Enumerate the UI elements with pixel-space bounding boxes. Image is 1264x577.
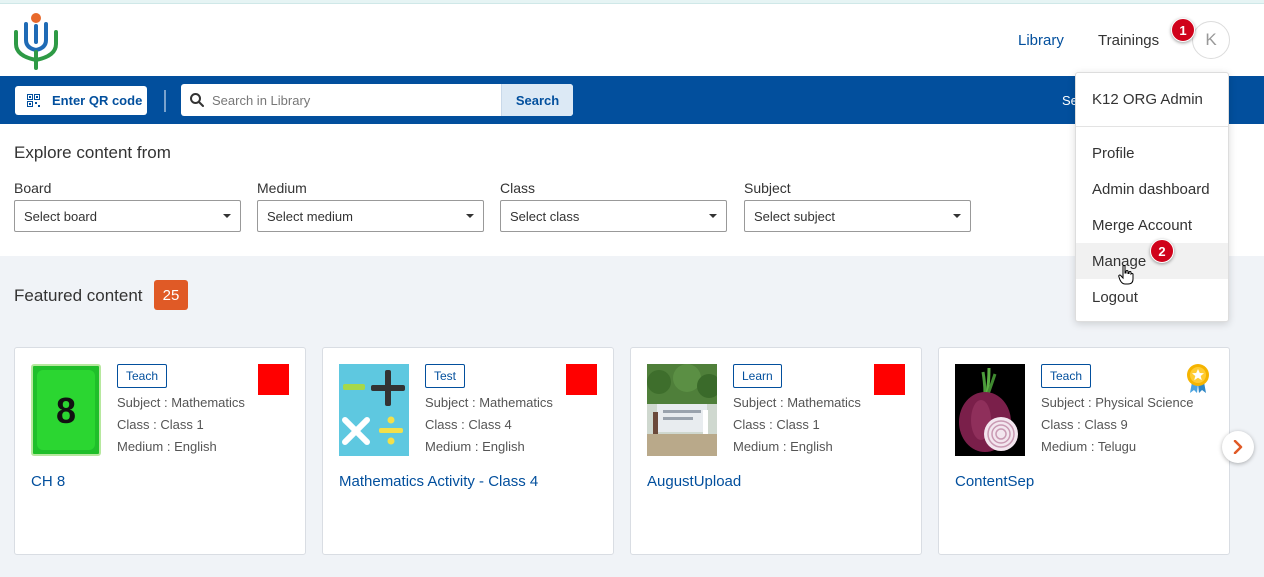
- filter-label: Board: [14, 180, 52, 196]
- caret-down-icon: [953, 214, 961, 218]
- menu-item-profile[interactable]: Profile: [1076, 135, 1228, 171]
- thumbnail-number: 8: [55, 390, 77, 431]
- content-card[interactable]: Teach Subject : Physical Science Class :…: [938, 347, 1230, 555]
- card-subject: Subject : Physical Science: [1041, 395, 1194, 410]
- menu-item-admin-dashboard[interactable]: Admin dashboard: [1076, 171, 1228, 207]
- content-type-badge: Learn: [733, 364, 782, 388]
- select-value: Select subject: [754, 208, 835, 224]
- select-value: Select medium: [267, 208, 353, 224]
- menu-item-merge-account[interactable]: Merge Account: [1076, 207, 1228, 243]
- card-thumbnail: 8: [31, 364, 101, 456]
- onion-thumbnail: [955, 364, 1025, 456]
- dropdown-items: Profile Admin dashboard Merge Account Ma…: [1076, 127, 1228, 315]
- search-field: [181, 84, 501, 116]
- class-select[interactable]: Select class: [500, 200, 727, 232]
- qr-code-icon: [27, 94, 40, 107]
- search-button[interactable]: Search: [501, 84, 573, 116]
- card-class: Class : Class 4: [425, 417, 512, 432]
- filter-board: Board Select board: [14, 180, 241, 232]
- app-header: Library Trainings K 1: [0, 4, 1264, 76]
- card-title[interactable]: Mathematics Activity - Class 4: [339, 473, 538, 490]
- search-box: Search: [181, 84, 573, 116]
- hand-cursor-icon: [1118, 265, 1134, 285]
- card-medium: Medium : English: [425, 439, 525, 454]
- user-avatar[interactable]: K: [1192, 21, 1230, 59]
- enter-qr-code-button[interactable]: Enter QR code: [15, 86, 147, 115]
- card-subject: Subject : Mathematics: [117, 395, 245, 410]
- org-name: K12 ORG Admin: [1076, 73, 1228, 127]
- carousel-next-button[interactable]: [1222, 431, 1254, 463]
- step-marker-2: 2: [1150, 239, 1174, 263]
- card-class: Class : Class 1: [733, 417, 820, 432]
- card-title[interactable]: ContentSep: [955, 473, 1034, 490]
- red-marker: [258, 364, 289, 395]
- select-value: Select class: [510, 208, 580, 224]
- nav-library[interactable]: Library: [1018, 32, 1064, 49]
- explore-title: Explore content from: [14, 143, 171, 162]
- toolbar-divider: [164, 90, 166, 112]
- card-subject: Subject : Mathematics: [733, 395, 861, 410]
- card-class: Class : Class 9: [1041, 417, 1128, 432]
- content-type-badge: Teach: [1041, 364, 1092, 388]
- board-select[interactable]: Select board: [14, 200, 241, 232]
- featured-star-icon: [1187, 364, 1209, 393]
- photo-thumbnail: [647, 364, 717, 456]
- red-marker: [874, 364, 905, 395]
- nav-trainings[interactable]: Trainings: [1098, 32, 1159, 49]
- step-marker-1: 1: [1171, 18, 1195, 42]
- content-type-badge: Teach: [117, 364, 168, 388]
- caret-down-icon: [466, 214, 474, 218]
- red-marker: [566, 364, 597, 395]
- content-card[interactable]: Test Subject : Mathematics Class : Class…: [322, 347, 614, 555]
- card-subject: Subject : Mathematics: [425, 395, 553, 410]
- card-class: Class : Class 1: [117, 417, 204, 432]
- select-value: Select board: [24, 208, 97, 224]
- content-card[interactable]: Learn Subject : Mathematics Class : Clas…: [630, 347, 922, 555]
- search-icon: [190, 93, 204, 107]
- caret-down-icon: [709, 214, 717, 218]
- search-input[interactable]: [212, 92, 482, 108]
- subject-select[interactable]: Select subject: [744, 200, 971, 232]
- filter-subject: Subject Select subject: [744, 180, 971, 232]
- chevron-right-icon: [1233, 440, 1243, 454]
- featured-title: Featured content: [14, 286, 143, 305]
- filter-medium: Medium Select medium: [257, 180, 484, 232]
- math-operators-thumbnail: [339, 364, 409, 456]
- medium-select[interactable]: Select medium: [257, 200, 484, 232]
- menu-item-logout[interactable]: Logout: [1076, 279, 1228, 315]
- filter-label: Class: [500, 180, 536, 196]
- app-logo[interactable]: [12, 12, 64, 70]
- qr-button-label: Enter QR code: [52, 93, 143, 108]
- filter-class: Class Select class: [500, 180, 727, 232]
- content-card[interactable]: 8 Teach Subject : Mathematics Class : Cl…: [14, 347, 306, 555]
- caret-down-icon: [223, 214, 231, 218]
- card-medium: Medium : Telugu: [1041, 439, 1137, 454]
- card-title[interactable]: CH 8: [31, 473, 65, 490]
- card-medium: Medium : English: [117, 439, 217, 454]
- card-title[interactable]: AugustUpload: [647, 473, 741, 490]
- card-medium: Medium : English: [733, 439, 833, 454]
- featured-count-badge: 25: [154, 280, 188, 310]
- filter-label: Medium: [257, 180, 307, 196]
- filter-label: Subject: [744, 180, 791, 196]
- content-type-badge: Test: [425, 364, 466, 388]
- user-dropdown-menu: K12 ORG Admin Profile Admin dashboard Me…: [1075, 72, 1229, 322]
